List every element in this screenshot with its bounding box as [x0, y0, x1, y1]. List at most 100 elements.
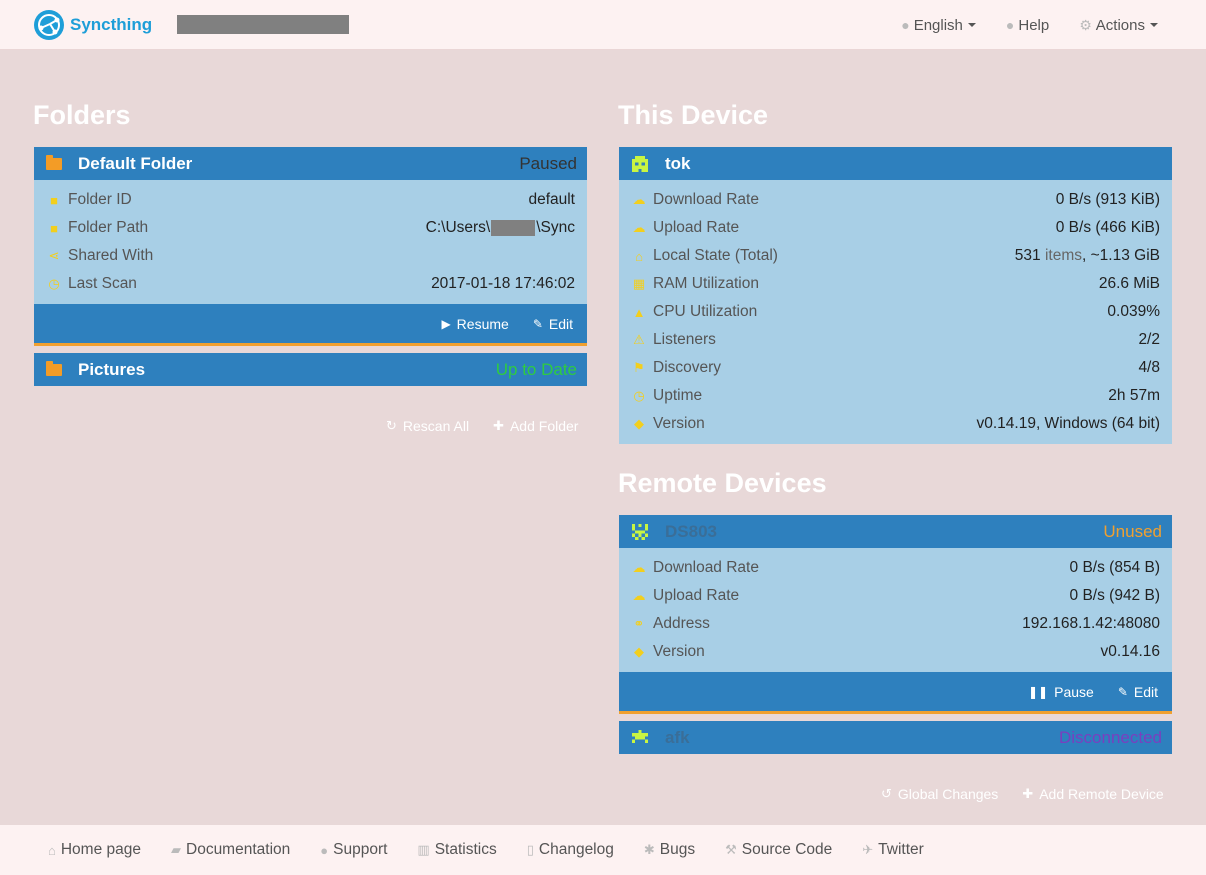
footer-home-page-link[interactable]: ⌂ Home page [48, 841, 141, 859]
last-scan-row: ◷ Last Scan 2017-01-18 17:46:02 [46, 270, 575, 298]
pause-button[interactable]: ❚❚ Pause [1028, 684, 1094, 700]
footer-changelog-link[interactable]: ▯ Changelog [527, 841, 614, 859]
remote-device-panel-afk: afk Disconnected [619, 721, 1172, 754]
folder-header-default[interactable]: Default Folder Paused [34, 147, 587, 180]
pencil-icon: ✎ [1117, 684, 1128, 699]
chevron-down-icon [1150, 23, 1158, 27]
cloud-upload-icon: ☁ [632, 220, 646, 235]
wrench-icon: ⚒ [725, 842, 737, 857]
top-navbar: Syncthing ● English ● Help ⚙ Actions [0, 0, 1206, 50]
remote-device-status: Unused [1103, 521, 1162, 541]
remote-devices-heading: Remote Devices [618, 468, 827, 498]
remote-upload-rate-row: ☁ Upload Rate 0 B/s (942 B) [632, 587, 1161, 604]
brand[interactable]: Syncthing [33, 8, 152, 42]
question-icon: ● [1005, 17, 1015, 33]
device-identicon [632, 155, 648, 172]
last-scan-value: 2017-01-18 17:46:02 [431, 275, 575, 292]
actions-label: Actions [1095, 16, 1145, 34]
folder-path-row: ■ Folder Path C:\Users\ \Sync [46, 214, 575, 242]
signpost-icon: ⚑ [633, 360, 645, 375]
remote-device-details: ☁ Download Rate 0 B/s (854 B) ☁ Upload Rate… [619, 548, 1172, 672]
add-remote-device-button[interactable]: ✚ Add Remote Device [1022, 786, 1163, 802]
globe-icon: ● [901, 17, 910, 33]
tag-icon: ◆ [634, 416, 644, 431]
this-device-header[interactable]: tok [619, 147, 1172, 180]
chart-icon: ▥ [417, 842, 430, 857]
edit-folder-button[interactable]: ✎ Edit [533, 316, 573, 332]
actions-menu[interactable]: ⚙ Actions [1079, 17, 1158, 34]
help-label: Help [1018, 16, 1050, 34]
folder-open-icon: ■ [50, 192, 58, 208]
device-identicon [632, 523, 648, 540]
folder-panel-pictures: Pictures Up to Date [34, 353, 587, 386]
footer-source-code-link[interactable]: ⚒ Source Code [725, 841, 832, 859]
remote-device-status: Disconnected [1058, 727, 1162, 747]
cpu-row: ▲ CPU Utilization 0.039% [632, 303, 1160, 320]
edit-device-button[interactable]: ✎ Edit [1118, 684, 1158, 700]
network-icon: ⚠ [633, 332, 645, 347]
local-state-row: ⌂ Local State (Total) 531 items, ~1.13 GiB [631, 242, 1160, 270]
device-identicon [632, 729, 648, 743]
redacted-username [491, 219, 536, 236]
footer-statistics-link[interactable]: ▥ Statistics [417, 841, 496, 859]
remote-device-name: afk [665, 727, 690, 747]
discovery-row: ⚑ Discovery 4/8 [631, 354, 1160, 382]
plus-icon: ✚ [1022, 786, 1034, 801]
home-icon: ⌂ [48, 842, 56, 858]
folder-id-row: ■ Folder ID default [46, 186, 575, 214]
tag-icon: ◆ [634, 644, 644, 659]
remote-device-header-ds803[interactable]: DS803 Unused [619, 515, 1172, 548]
remote-version-row: ◆ Version v0.14.16 [631, 638, 1160, 666]
folder-name: Pictures [78, 359, 146, 379]
play-icon: ▶ [441, 316, 451, 331]
link-icon: ⚭ [633, 616, 645, 631]
help-button[interactable]: ● Help [1006, 17, 1049, 34]
file-icon: ▯ [526, 842, 534, 857]
share-icon: ⋖ [48, 248, 60, 263]
this-device-heading: This Device [618, 100, 769, 130]
folder-status: Paused [519, 153, 577, 173]
pencil-icon: ✎ [532, 316, 543, 331]
folder-name: Default Folder [78, 153, 193, 173]
uptime-row: ◷ Uptime 2h 57m [631, 382, 1160, 410]
cpu-icon: ▲ [632, 304, 646, 320]
history-icon: ↺ [881, 786, 892, 801]
global-changes-button[interactable]: ↺ Global Changes [881, 786, 998, 802]
folder-panel-default: Default Folder Paused ■ Folder ID defaul… [34, 147, 587, 346]
remote-device-header-afk[interactable]: afk Disconnected [619, 721, 1172, 754]
footer-support-link[interactable]: ● Support [320, 841, 387, 859]
rescan-all-button[interactable]: ↻ Rescan All [386, 418, 469, 434]
folder-status: Up to Date [495, 359, 577, 379]
bug-icon: ✱ [643, 842, 655, 857]
cloud-download-icon: ☁ [632, 560, 646, 575]
twitter-icon: ✈ [862, 842, 874, 857]
version-row: ◆ Version v0.14.19, Windows (64 bit) [631, 410, 1160, 438]
folder-open-icon: ■ [50, 220, 58, 236]
pause-icon: ❚❚ [1028, 684, 1049, 699]
folder-path-value: C:\Users\ \Sync [425, 219, 575, 236]
footer: ⌂ Home page ▰ Documentation ● Support ▥ Stat… [0, 825, 1206, 875]
folder-id-value: default [528, 191, 575, 208]
folder-header-pictures[interactable]: Pictures Up to Date [34, 353, 587, 386]
this-device-panel: tok ☁ Download Rate 0 B/s (913 KiB) ☁ Uploa… [619, 147, 1172, 444]
add-folder-button[interactable]: ✚ Add Folder [493, 418, 578, 434]
footer-twitter-link[interactable]: ✈ Twitter [862, 841, 924, 859]
remote-device-name: DS803 [665, 521, 717, 541]
cloud-upload-icon: ☁ [632, 588, 646, 603]
book-icon: ▰ [171, 842, 181, 857]
resume-button[interactable]: ▶ Resume [441, 316, 508, 332]
home-icon: ⌂ [635, 248, 643, 264]
clock-icon: ◷ [48, 276, 60, 291]
language-menu[interactable]: ● English [901, 17, 976, 34]
footer-bugs-link[interactable]: ✱ Bugs [644, 841, 695, 859]
language-label: English [913, 16, 963, 34]
brand-name: Syncthing [70, 15, 153, 34]
folder-icon [46, 360, 62, 376]
folder-icon [46, 154, 62, 170]
folder-footer: ▶ Resume ✎ Edit [34, 304, 587, 346]
footer-documentation-link[interactable]: ▰ Documentation [171, 841, 290, 859]
plus-icon: ✚ [493, 418, 504, 433]
this-device-details: ☁ Download Rate 0 B/s (913 KiB) ☁ Upload Ra… [619, 180, 1172, 444]
folder-details: ■ Folder ID default ■ Folder Path C:\Use… [34, 180, 587, 304]
logo-icon [34, 10, 64, 40]
